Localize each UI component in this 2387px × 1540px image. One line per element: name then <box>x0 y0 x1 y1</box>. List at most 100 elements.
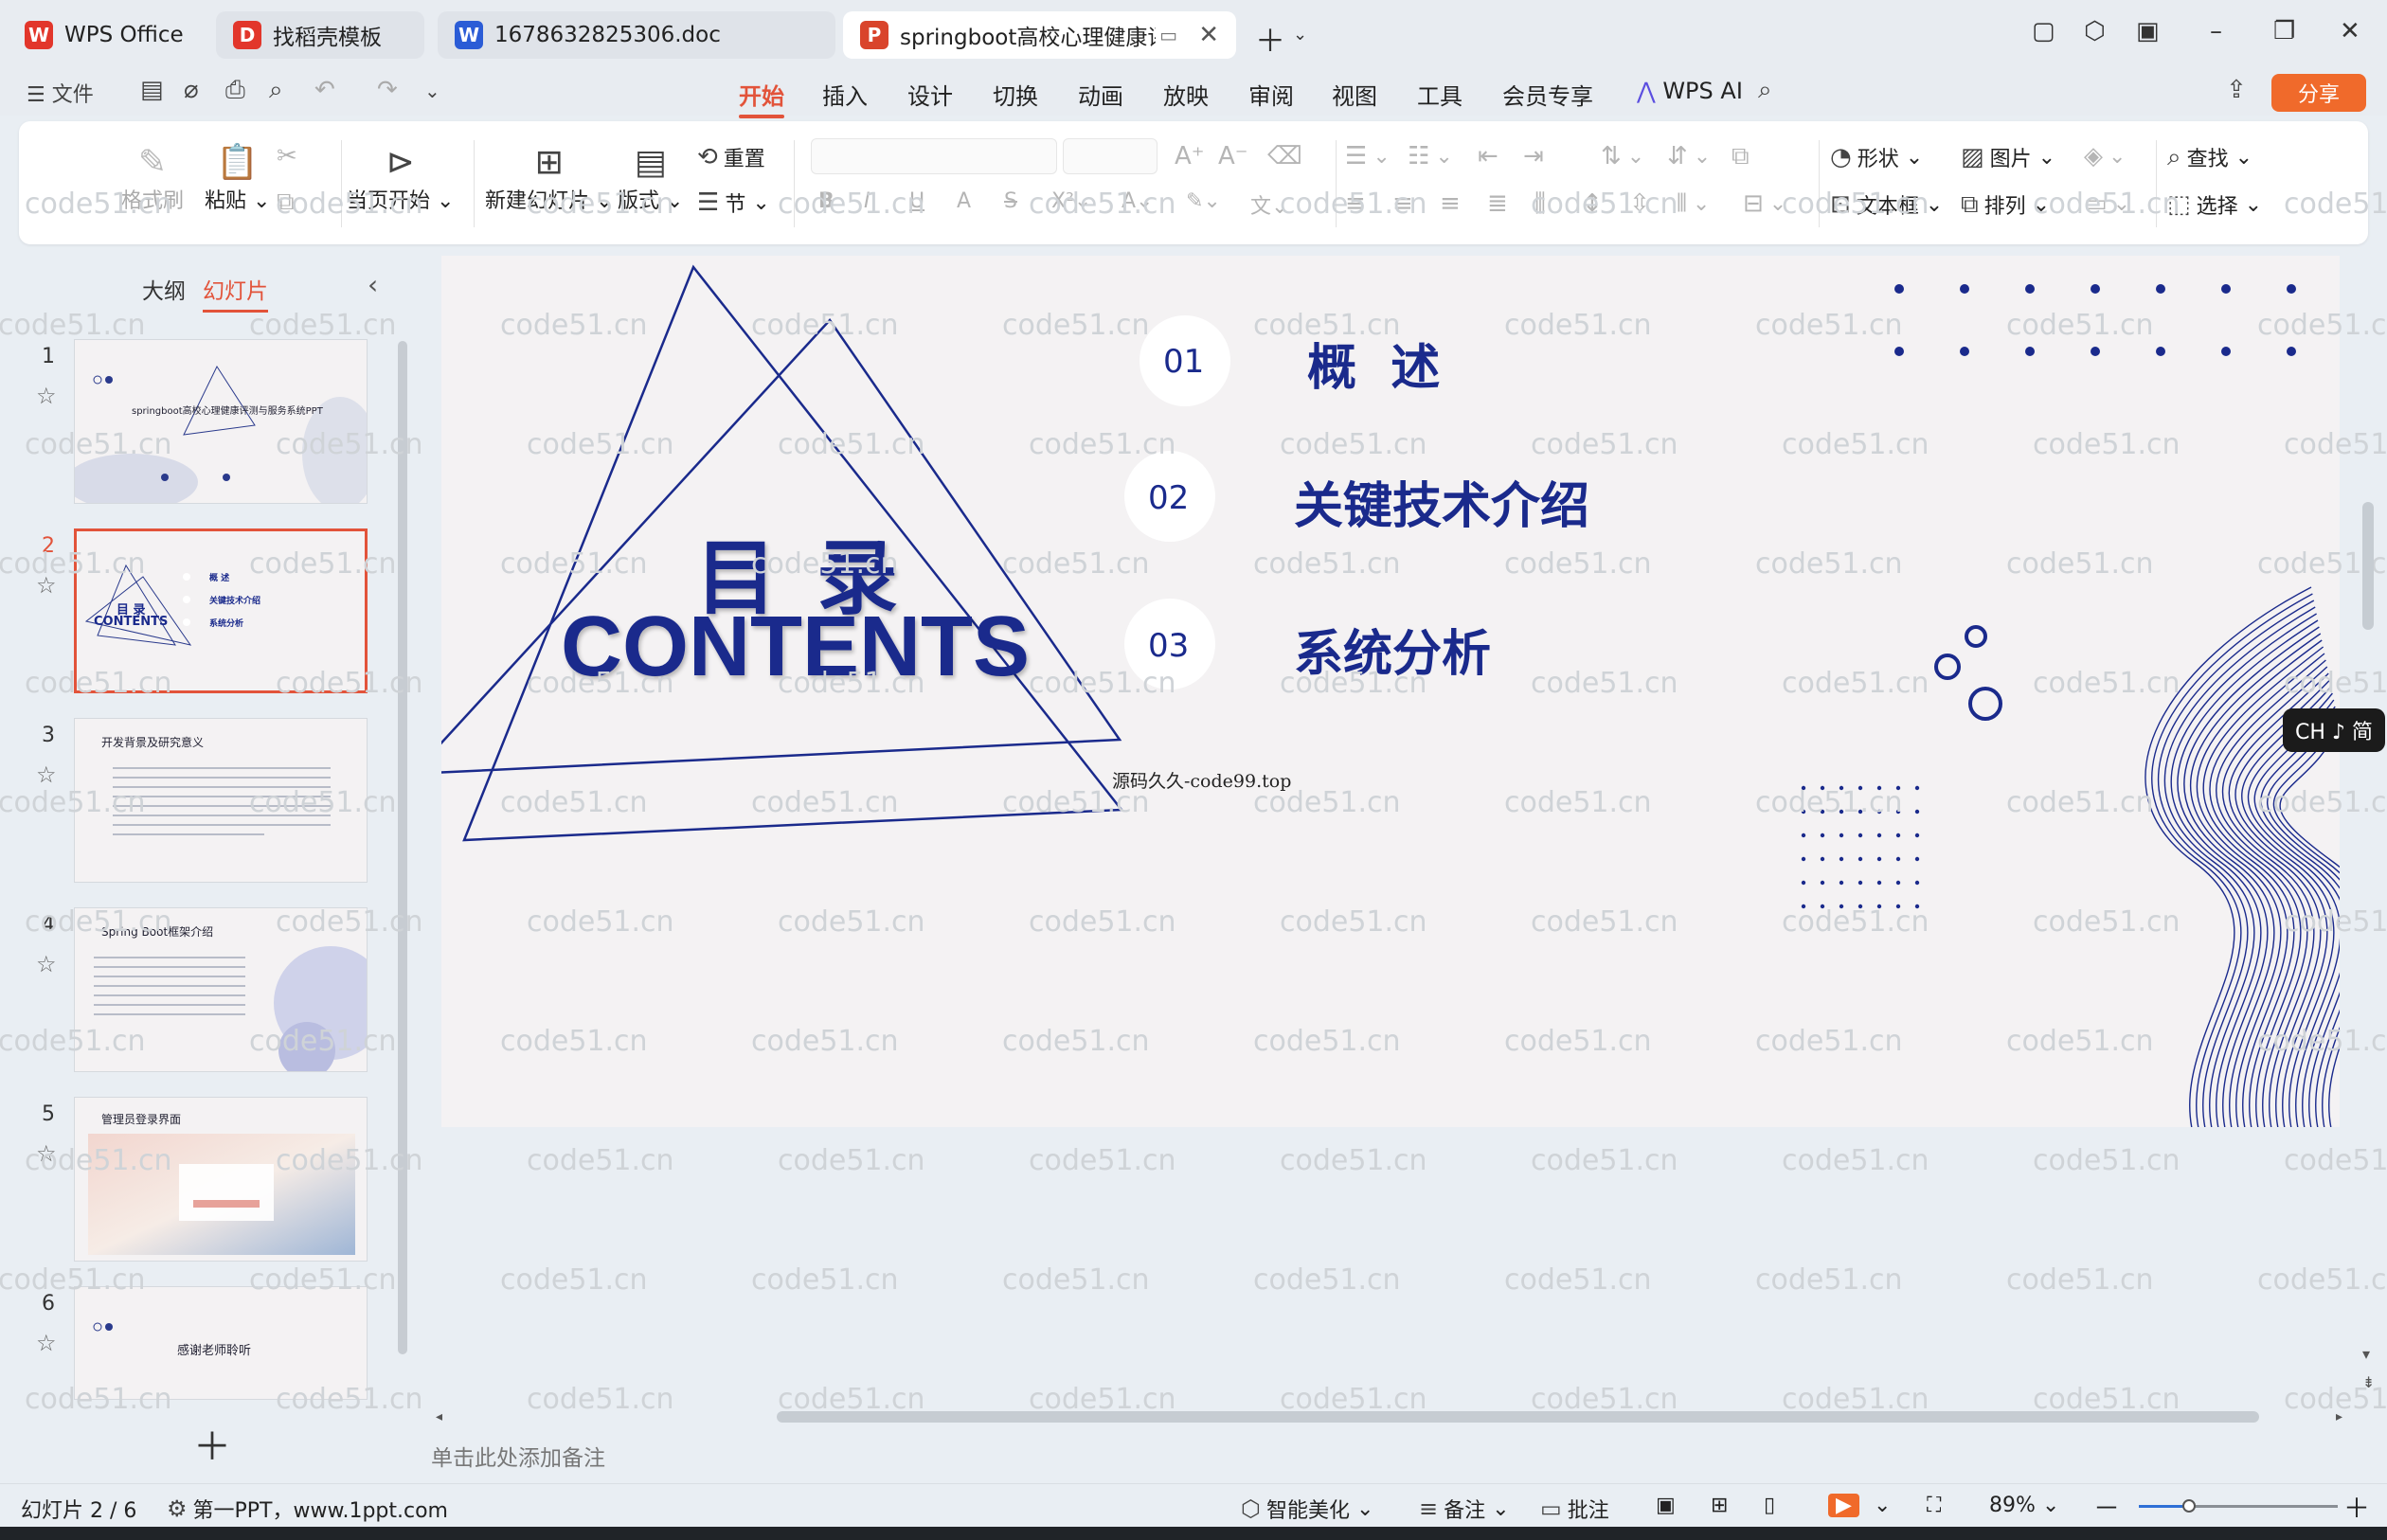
arrange-button[interactable]: ⧉ 排列 ⌄ <box>1961 189 2050 220</box>
print-icon[interactable]: ⎙ <box>225 76 245 105</box>
window-layout-icon[interactable]: ▢ <box>2032 17 2055 45</box>
star-icon[interactable]: ☆ <box>36 1140 57 1167</box>
close-tab-icon[interactable]: ✕ <box>1198 21 1219 49</box>
zoom-in-icon[interactable]: ＋ <box>2343 1488 2370 1526</box>
zoom-slider-handle[interactable] <box>2181 1499 2196 1513</box>
tab-slides[interactable]: 幻灯片 <box>203 273 268 313</box>
item-text-overview[interactable]: 概 述 <box>1307 328 1440 399</box>
slideshow-options-icon[interactable]: ⌄ <box>1874 1494 1891 1517</box>
copy-icon[interactable]: ⧉ <box>277 188 300 217</box>
tab-insert[interactable]: 插入 <box>822 78 868 111</box>
theme-info[interactable]: ⚙ 第一PPT，www.1ppt.com <box>167 1494 448 1524</box>
columns-icon[interactable]: ⫴ ⌄ <box>1677 189 1710 219</box>
slide-thumbnail-6[interactable]: 感谢老师聆听 <box>74 1286 368 1400</box>
outline-icon[interactable]: ▭ ⌄ <box>2084 189 2130 218</box>
next-slide-icon[interactable]: ⇟ <box>2362 1373 2375 1391</box>
line-spacing-icon[interactable]: ↕ <box>1582 189 1608 218</box>
paste-button[interactable]: 📋 粘贴 ⌄ <box>205 142 270 214</box>
search-icon[interactable]: ⌕ <box>1758 76 1772 105</box>
font-family-select[interactable] <box>811 138 1057 174</box>
notes-button[interactable]: ≡ 备注 ⌄ <box>1419 1494 1510 1524</box>
picture-button[interactable]: ▨ 图片 ⌄ <box>1961 142 2055 172</box>
reset-button[interactable]: ⟲ 重置 <box>697 142 765 172</box>
slide-thumbnail-3[interactable]: 开发背景及研究意义 <box>74 718 368 883</box>
new-slide-button[interactable]: ⊞ 新建幻灯片 ⌄ <box>485 142 613 214</box>
chevron-down-icon[interactable]: ⌄ <box>1293 25 1307 45</box>
tab-home[interactable]: 开始 <box>739 78 784 118</box>
font-color-icon[interactable]: A⌄ <box>1122 189 1153 213</box>
source-note[interactable]: 源码久久-code99.top <box>1112 767 1291 793</box>
paragraph-spacing-icon[interactable]: ⇳ <box>1629 189 1656 218</box>
undo-icon[interactable]: ↶ <box>314 76 335 104</box>
upload-icon[interactable]: ⇪ <box>2226 76 2247 104</box>
normal-view-icon[interactable]: ▣ <box>1656 1494 1676 1517</box>
avatar[interactable]: ▣ <box>2136 17 2160 45</box>
increase-indent-icon[interactable]: ⇥ <box>1523 142 1550 170</box>
find-button[interactable]: ⌕ 查找 ⌄ <box>2167 142 2252 172</box>
tab-ppt-active[interactable]: P springboot高校心理健康评测 ▭ ✕ <box>843 11 1236 59</box>
underline-icon[interactable]: U <box>909 189 924 213</box>
tab-view[interactable]: 视图 <box>1332 78 1377 111</box>
slide-title-en[interactable]: CONTENTS <box>561 599 1030 696</box>
scroll-left-icon[interactable]: ◂ <box>436 1409 442 1424</box>
tab-word-doc[interactable]: W 1678632825306.doc <box>438 11 835 59</box>
tab-outline[interactable]: 大纲 <box>142 273 186 305</box>
prev-slide-icon[interactable]: ▾ <box>2362 1345 2370 1363</box>
increase-font-icon[interactable]: A⁺ <box>1175 142 1211 170</box>
slide-thumbnail-2[interactable]: 目 录 CONTENTS 概 述 关键技术介绍 系统分析 <box>74 528 368 693</box>
tab-animation[interactable]: 动画 <box>1078 78 1123 111</box>
reading-view-icon[interactable]: ▯ <box>1764 1494 1775 1517</box>
numbering-icon[interactable]: ☷ ⌄ <box>1408 142 1453 170</box>
align-left-icon[interactable]: ≡ <box>1345 189 1372 218</box>
scroll-right-icon[interactable]: ▸ <box>2336 1409 2342 1424</box>
convert-icon[interactable]: ⧉ <box>1732 142 1755 171</box>
sorter-view-icon[interactable]: ⊞ <box>1711 1494 1728 1517</box>
slide-thumbnail-1[interactable]: springboot高校心理健康评测与服务系统PPT <box>74 339 368 504</box>
text-direction-icon[interactable]: ⇅ ⌄ <box>1601 142 1644 170</box>
screen-icon[interactable]: ▭ <box>1159 24 1177 46</box>
share-button[interactable]: 分享 <box>2271 74 2366 112</box>
tab-wps-ai[interactable]: ⋀ WPS AI <box>1637 78 1743 104</box>
fill-icon[interactable]: ◈ ⌄ <box>2084 142 2126 170</box>
collapse-panel-icon[interactable]: ‹ <box>368 269 378 300</box>
decrease-font-icon[interactable]: A⁻ <box>1218 142 1254 170</box>
slide-canvas[interactable]: 目 录 CONTENTS 01 02 03 概 述 关键技术介绍 系统分析 源码… <box>441 256 2340 1127</box>
tab-review[interactable]: 审阅 <box>1248 78 1294 111</box>
slideshow-play-icon[interactable]: ▶ <box>1828 1494 1859 1517</box>
highlight-icon[interactable]: ✎⌄ <box>1186 189 1221 213</box>
bold-icon[interactable]: B <box>818 189 835 213</box>
tab-membership[interactable]: 会员专享 <box>1502 78 1593 111</box>
cut-icon[interactable]: ✂ <box>277 142 303 170</box>
sort-icon[interactable]: ⇵ ⌄ <box>1667 142 1711 170</box>
zoom-slider[interactable] <box>2139 1499 2338 1513</box>
cube-icon[interactable]: ⬡ <box>2084 17 2106 45</box>
superscript-icon[interactable]: X²⌄ <box>1051 189 1091 213</box>
cloud-icon[interactable]: ⌀ <box>184 76 199 104</box>
horizontal-scrollbar[interactable] <box>777 1411 2259 1423</box>
star-icon[interactable]: ☆ <box>36 1330 57 1356</box>
shape-button[interactable]: ◔ 形状 ⌄ <box>1830 142 1923 172</box>
minimize-icon[interactable]: – <box>2210 17 2222 45</box>
ime-indicator[interactable]: CH ♪ 简 <box>2283 708 2385 752</box>
layout-button[interactable]: ▤ 版式 ⌄ <box>618 142 683 214</box>
vertical-scrollbar[interactable] <box>2362 502 2374 630</box>
new-tab-icon[interactable]: ＋ <box>1255 17 1285 61</box>
item-text-system-analysis[interactable]: 系统分析 <box>1294 614 1491 685</box>
print-preview-icon[interactable]: ⌕ <box>269 76 283 105</box>
play-from-current-button[interactable]: ⊳ 当页开始 ⌄ <box>347 142 454 214</box>
distribute-icon[interactable]: ⫼ <box>1534 189 1552 219</box>
slide-thumbnail-5[interactable]: 管理员登录界面 <box>74 1097 368 1262</box>
tab-design[interactable]: 设计 <box>907 78 953 111</box>
tab-slideshow[interactable]: 放映 <box>1163 78 1209 111</box>
star-icon[interactable]: ☆ <box>36 572 57 599</box>
tab-tools[interactable]: 工具 <box>1417 78 1463 111</box>
item-text-key-tech[interactable]: 关键技术介绍 <box>1294 466 1589 537</box>
smart-beautify-button[interactable]: ⬡ 智能美化 ⌄ <box>1241 1494 1373 1524</box>
text-align-icon[interactable]: ⊟ ⌄ <box>1743 189 1786 218</box>
zoom-level[interactable]: 89% ⌄ <box>1989 1494 2059 1517</box>
bullets-icon[interactable]: ☰ ⌄ <box>1345 142 1391 170</box>
redo-icon[interactable]: ↷ <box>377 76 398 104</box>
font-size-select[interactable] <box>1063 138 1158 174</box>
zoom-out-icon[interactable]: － <box>2093 1488 2120 1526</box>
notes-placeholder[interactable]: 单击此处添加备注 <box>431 1440 605 1472</box>
